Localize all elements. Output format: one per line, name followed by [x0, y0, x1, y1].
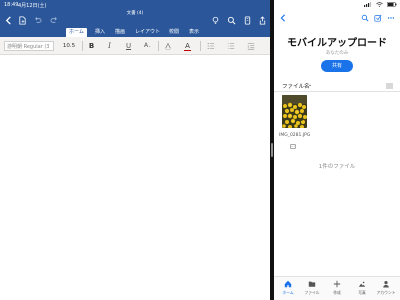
ribbon-tabs: ホーム 挿入 描画 レイアウト 校閲 表示 — [0, 28, 270, 37]
undo-icon[interactable] — [32, 15, 42, 25]
bold-button[interactable]: B — [86, 40, 97, 52]
folder-title: モバイルアップロード — [287, 38, 387, 49]
share-button[interactable]: 共有 — [321, 60, 353, 72]
folder-icon — [308, 281, 316, 287]
tab-view[interactable]: 表示 — [186, 28, 202, 37]
status-date: 4月12日(土) — [18, 3, 47, 9]
indent-icon — [247, 43, 254, 50]
tab-draw[interactable]: 描画 — [112, 28, 128, 37]
file-count: 1件のファイル — [318, 164, 356, 170]
sort-bar: ファイル名 ⌄ — [274, 80, 400, 92]
font-size-field[interactable]: 10.5 — [60, 41, 78, 51]
tab-layout[interactable]: レイアウト — [132, 28, 163, 37]
status-time: 18:49 — [4, 2, 19, 8]
font-name-field[interactable]: 游明朝 Regular (3 — [4, 41, 54, 51]
ribbon-toolbar: 游明朝 Regular (3 10.5 B I U A⌄ A — [0, 37, 270, 55]
signal-icon — [364, 2, 371, 9]
back-icon[interactable] — [278, 13, 288, 23]
file-name[interactable]: IMG_0281.JPG — [279, 133, 310, 138]
ribbon-divider — [158, 41, 159, 51]
numbering-button[interactable] — [225, 40, 236, 52]
more-icon[interactable] — [386, 13, 396, 23]
font-color-swatch — [184, 50, 191, 51]
nav-account-label: アカウント — [376, 290, 396, 295]
onedrive-pane: モバイルアップロード あなたのみ 共有 ファイル名 ⌄ IMG_0281.JPG… — [274, 0, 400, 300]
chevron-down-icon[interactable]: ⌄ — [308, 82, 312, 88]
photos-icon — [358, 281, 366, 287]
font-color-letter: A — [185, 42, 190, 50]
document-canvas[interactable] — [0, 55, 270, 300]
file-thumbnail[interactable] — [282, 95, 307, 128]
bullet-list-icon — [207, 43, 214, 49]
word-pane: 18:49 4月12日(土) 文書 (4) ホーム 挿入 描画 レイアウト 校閲… — [0, 0, 270, 300]
file-more-icon[interactable]: ··· — [290, 144, 296, 149]
mobile-view-icon[interactable] — [242, 15, 252, 25]
title-bar: 文書 (4) — [0, 10, 270, 28]
nav-photos-label: 写真 — [358, 290, 366, 295]
sort-by-button[interactable]: ファイル名 — [282, 82, 310, 90]
ribbon-divider — [200, 41, 201, 51]
tab-home[interactable]: ホーム — [66, 28, 87, 37]
numbered-list-icon — [227, 43, 234, 49]
nav-files[interactable]: ファイル — [301, 280, 323, 296]
share-icon[interactable] — [257, 15, 267, 25]
lightbulb-icon[interactable] — [210, 15, 220, 25]
wifi-icon — [376, 2, 383, 9]
folder-header — [274, 10, 400, 28]
nav-home[interactable]: ホーム — [277, 280, 299, 296]
nav-create[interactable]: 作成 — [326, 280, 348, 296]
document-icon[interactable] — [17, 15, 27, 25]
folder-sharing-status: あなたのみ — [325, 51, 349, 56]
highlight-color-button[interactable] — [162, 40, 173, 52]
underline-button[interactable]: U — [123, 40, 134, 52]
nav-files-label: ファイル — [304, 290, 320, 295]
select-icon[interactable] — [373, 13, 383, 23]
nav-photos[interactable]: 写真 — [351, 280, 373, 296]
tab-insert[interactable]: 挿入 — [92, 28, 108, 37]
nav-home-label: ホーム — [282, 290, 294, 295]
ribbon-divider — [82, 41, 83, 51]
list-view-icon[interactable] — [386, 83, 393, 89]
split-view-handle[interactable] — [271, 143, 273, 157]
bottom-tab-bar: ホーム ファイル 作成 写真 アカウント — [274, 276, 400, 300]
font-color-button[interactable]: A — [182, 40, 193, 52]
indent-button[interactable] — [245, 40, 256, 52]
nav-account[interactable]: アカウント — [375, 280, 397, 296]
home-icon — [284, 280, 292, 288]
redo-icon[interactable] — [49, 15, 59, 25]
bullets-button[interactable] — [205, 40, 216, 52]
flower-photo — [282, 95, 307, 128]
nav-create-label: 作成 — [333, 290, 341, 295]
search-icon[interactable] — [360, 13, 370, 23]
highlighter-icon — [164, 42, 171, 50]
italic-button[interactable]: I — [104, 40, 115, 52]
tab-review[interactable]: 校閲 — [166, 28, 182, 37]
clear-format-button[interactable]: A⌄ — [142, 40, 153, 52]
battery-icon — [387, 2, 397, 9]
plus-icon — [333, 280, 341, 288]
person-icon — [383, 281, 389, 288]
status-bar-right — [274, 0, 400, 10]
chevron-down-icon: ⌄ — [148, 44, 152, 48]
search-icon[interactable] — [226, 15, 236, 25]
back-icon[interactable] — [3, 15, 13, 25]
status-bar: 18:49 4月12日(土) — [0, 0, 270, 10]
